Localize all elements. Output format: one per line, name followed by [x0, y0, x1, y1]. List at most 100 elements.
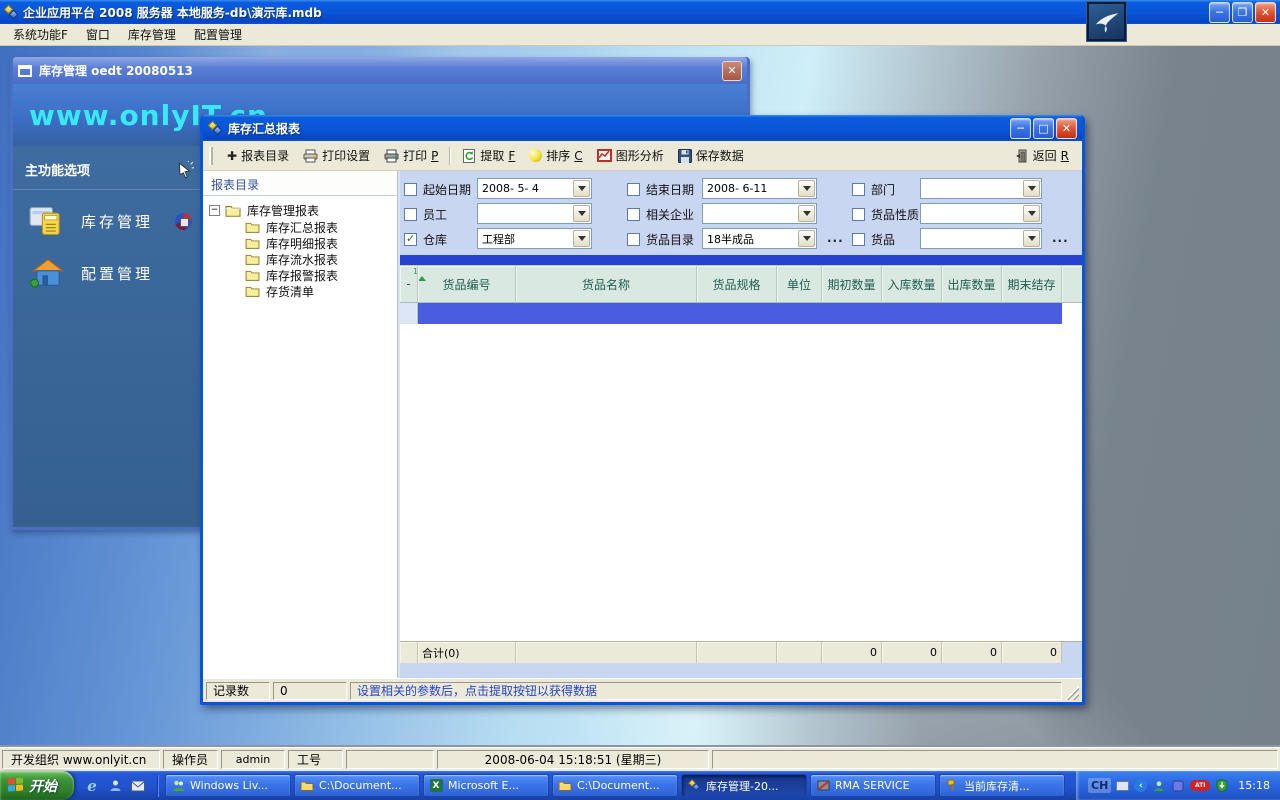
msn-status-icon[interactable]	[1152, 779, 1166, 793]
goods-checkbox[interactable]	[852, 233, 865, 246]
return-button[interactable]: 返回R	[1008, 144, 1076, 167]
keyboard-icon[interactable]	[1116, 781, 1129, 791]
tree-item-alert-report[interactable]: 库存报警报表	[245, 267, 393, 283]
system-tray: CH ‹ ATI 15:18	[1076, 771, 1280, 800]
total-empty-cell	[516, 642, 697, 663]
dialog-close-button[interactable]: ✕	[1056, 118, 1077, 139]
employee-checkbox[interactable]	[404, 208, 417, 221]
dropdown-button[interactable]	[798, 180, 815, 197]
filter-label: 结束日期	[646, 181, 694, 198]
selected-empty-row[interactable]	[418, 303, 1062, 324]
start-date-checkbox[interactable]	[404, 183, 417, 196]
print-setup-button[interactable]: 打印设置	[296, 144, 377, 167]
menu-system[interactable]: 系统功能F	[4, 24, 77, 45]
related-company-combo[interactable]	[702, 203, 817, 224]
minimize-icon: ─	[1017, 123, 1024, 134]
chart-analysis-button[interactable]: 图形分析	[590, 144, 671, 167]
grid-gap	[400, 663, 1082, 678]
end-date-checkbox[interactable]	[627, 183, 640, 196]
start-button[interactable]: 开始	[0, 771, 74, 800]
msn-icon[interactable]	[107, 778, 123, 794]
taskbar-divider	[157, 775, 158, 797]
dropdown-button[interactable]	[798, 205, 815, 222]
menu-inventory[interactable]: 库存管理	[119, 24, 185, 45]
column-header-goods-code[interactable]: 货品编号	[418, 266, 516, 302]
dropdown-button[interactable]	[1023, 205, 1040, 222]
column-header-goods-spec[interactable]: 货品规格	[697, 266, 777, 302]
tree-item-stock-list[interactable]: 存货清单	[245, 283, 393, 299]
resize-grip[interactable]	[1065, 686, 1079, 700]
task-windows-live[interactable]: Windows Liv...	[165, 774, 291, 797]
tree-item-flow-report[interactable]: 库存流水报表	[245, 251, 393, 267]
task-rma-service[interactable]: RMA SERVICE	[810, 774, 936, 797]
collapse-icon[interactable]: −	[209, 205, 220, 216]
inventory-close-button[interactable]: ✕	[722, 61, 742, 81]
tree-item-label: 库存汇总报表	[266, 219, 338, 236]
dropdown-button[interactable]	[798, 230, 815, 247]
dialog-minimize-button[interactable]: ─	[1010, 118, 1031, 139]
tree-item-label: 库存流水报表	[266, 251, 338, 268]
task-current-stock[interactable]: 当前库存清...	[939, 774, 1065, 797]
column-header-opening-qty[interactable]: 期初数量	[822, 266, 882, 302]
column-header-inbound-qty[interactable]: 入库数量	[882, 266, 942, 302]
ati-icon[interactable]: ATI	[1190, 780, 1210, 791]
tree-item-summary-report[interactable]: 库存汇总报表	[245, 219, 393, 235]
ie-icon[interactable]: e	[84, 778, 100, 794]
app-diamonds-icon	[687, 779, 701, 793]
extract-button[interactable]: 提取F	[455, 144, 522, 167]
sort-ball-icon	[529, 149, 542, 162]
dialog-maximize-button[interactable]: □	[1033, 118, 1054, 139]
worker-id-label: 工号	[288, 750, 343, 769]
more-ellipsis[interactable]: ...	[1052, 231, 1069, 245]
task-explorer-1[interactable]: C:\Document...	[294, 774, 420, 797]
dropdown-button[interactable]	[573, 205, 590, 222]
dropdown-button[interactable]	[1023, 180, 1040, 197]
filter-label: 货品性质	[871, 206, 919, 223]
related-company-checkbox[interactable]	[627, 208, 640, 221]
task-explorer-2[interactable]: C:\Document...	[552, 774, 678, 797]
department-combo[interactable]	[920, 178, 1042, 199]
tree-root-item[interactable]: − 库存管理报表	[209, 202, 393, 219]
more-ellipsis[interactable]: ...	[827, 231, 844, 245]
sidebar-item-label: 配置管理	[81, 263, 153, 284]
column-header-goods-name[interactable]: 货品名称	[516, 266, 697, 302]
save-floppy-icon	[678, 149, 692, 163]
goods-type-checkbox[interactable]	[852, 208, 865, 221]
warehouse-checkbox[interactable]	[404, 233, 417, 246]
task-excel[interactable]: X Microsoft E...	[423, 774, 549, 797]
column-header-outbound-qty[interactable]: 出库数量	[942, 266, 1002, 302]
goods-catalog-combo[interactable]: 18半成品	[702, 228, 817, 249]
menu-window[interactable]: 窗口	[77, 24, 119, 45]
outlook-icon[interactable]	[130, 778, 146, 794]
dropdown-button[interactable]	[573, 230, 590, 247]
start-date-combo[interactable]: 2008- 5- 4	[477, 178, 592, 199]
clock[interactable]: 15:18	[1238, 779, 1270, 792]
minimize-button[interactable]: ─	[1209, 2, 1230, 23]
print-button[interactable]: 打印P	[377, 144, 445, 167]
goods-type-combo[interactable]	[920, 203, 1042, 224]
department-checkbox[interactable]	[852, 183, 865, 196]
close-button[interactable]: ✕	[1255, 2, 1276, 23]
restore-button[interactable]: ❐	[1232, 2, 1253, 23]
warehouse-combo[interactable]: 工程部	[477, 228, 592, 249]
report-tree-panel: 报表目录 − 库存管理报表 库存汇总报表	[203, 171, 398, 678]
column-header-unit[interactable]: 单位	[777, 266, 822, 302]
windows-update-icon[interactable]	[1215, 779, 1229, 793]
tree-item-detail-report[interactable]: 库存明细报表	[245, 235, 393, 251]
menu-config[interactable]: 配置管理	[185, 24, 251, 45]
language-indicator[interactable]: CH	[1088, 778, 1111, 793]
hide-icons-icon[interactable]: ‹	[1134, 779, 1147, 792]
tray-app-icon[interactable]	[1171, 779, 1185, 793]
report-catalog-button[interactable]: ✚ 报表目录	[220, 144, 296, 167]
save-data-button[interactable]: 保存数据	[671, 144, 751, 167]
dropdown-button[interactable]	[573, 180, 590, 197]
employee-combo[interactable]	[477, 203, 592, 224]
task-inventory-app[interactable]: 库存管理-20...	[681, 774, 807, 797]
goods-catalog-checkbox[interactable]	[627, 233, 640, 246]
dropdown-button[interactable]	[1023, 230, 1040, 247]
goods-combo[interactable]	[920, 228, 1042, 249]
sort-button[interactable]: 排序C	[522, 144, 589, 167]
end-date-combo[interactable]: 2008- 6-11	[702, 178, 817, 199]
column-header-closing-qty[interactable]: 期末结存	[1002, 266, 1062, 302]
filter-label: 员工	[423, 206, 447, 223]
